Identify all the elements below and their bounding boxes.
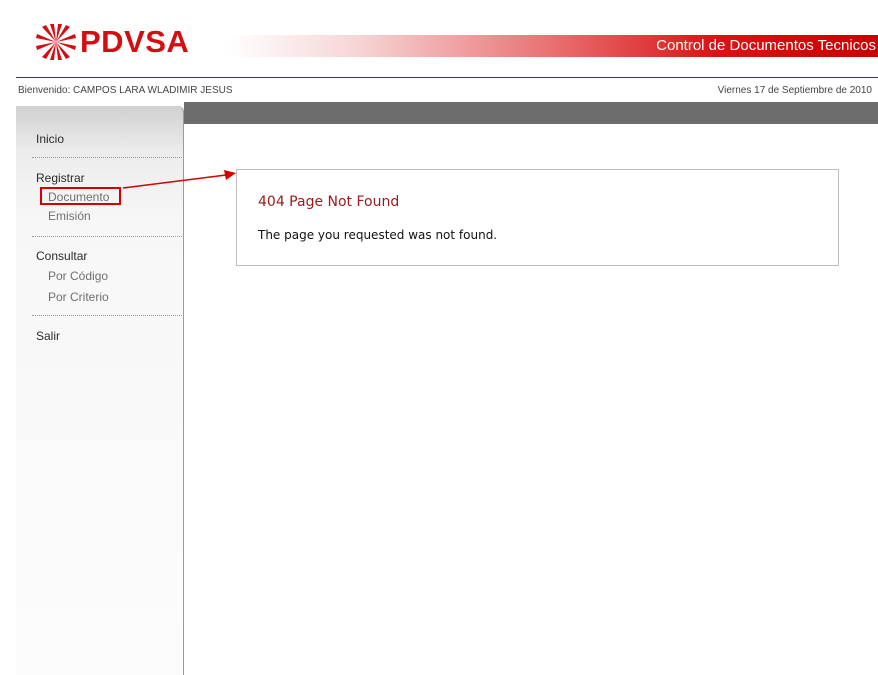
arrow-annotation-icon <box>122 170 236 189</box>
